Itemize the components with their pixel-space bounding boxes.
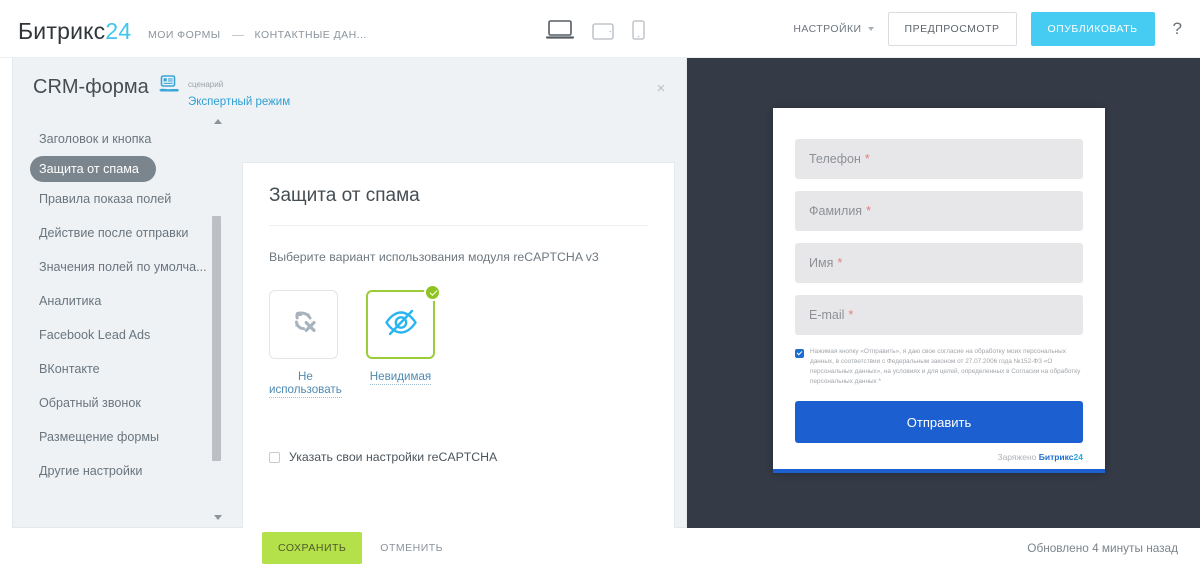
preview-field-label: Фамилия xyxy=(809,204,863,218)
eye-hidden-icon xyxy=(383,307,419,342)
preview-field-firstname[interactable]: Имя * xyxy=(795,243,1083,283)
consent-row: Нажимая кнопку «Отправить», я даю свое с… xyxy=(795,347,1083,387)
sidebar-item-callback[interactable]: Обратный звонок xyxy=(13,386,221,420)
top-bar: Битрикс24 МОИ ФОРМЫ КОНТАКТНЫЕ ДАН... НА… xyxy=(0,0,1200,58)
content-heading: Защита от спама xyxy=(269,185,648,226)
sidebar-item-facebook-lead-ads[interactable]: Facebook Lead Ads xyxy=(13,318,221,352)
settings-menu-label: НАСТРОЙКИ xyxy=(793,23,862,35)
bottom-bar: СОХРАНИТЬ ОТМЕНИТЬ Обновлено 4 минуты на… xyxy=(0,528,1200,567)
custom-settings-label: Указать свои настройки reCAPTCHA xyxy=(289,450,498,464)
scenario-caption: сценарий xyxy=(188,80,224,89)
chevron-down-icon xyxy=(867,27,874,31)
selected-check-icon xyxy=(424,284,441,301)
scroll-up-icon[interactable] xyxy=(214,119,222,124)
editor-sidebar: Заголовок и кнопка Защита от спама Прави… xyxy=(13,116,233,527)
powered-number: 24 xyxy=(1073,452,1083,463)
save-button[interactable]: СОХРАНИТЬ xyxy=(262,531,363,564)
logo-text: Битрикс xyxy=(18,18,106,44)
sidebar-item-vkontakte[interactable]: ВКонтакте xyxy=(13,352,221,386)
publish-button[interactable]: ОПУБЛИКОВАТЬ xyxy=(1030,12,1155,46)
sidebar-item-field-display-rules[interactable]: Правила показа полей xyxy=(13,182,221,216)
cancel-button[interactable]: ОТМЕНИТЬ xyxy=(380,542,443,554)
breadcrumb-separator-icon xyxy=(231,34,244,36)
captcha-option-invisible[interactable]: Невидимая xyxy=(366,284,441,398)
preview-field-email[interactable]: E-mail * xyxy=(795,295,1083,335)
sidebar-item-spam-protection[interactable]: Защита от спама xyxy=(30,156,156,182)
bottom-bar-actions: СОХРАНИТЬ ОТМЕНИТЬ xyxy=(229,528,687,567)
sidebar-item-other-settings[interactable]: Другие настройки xyxy=(13,454,221,488)
option-label: Невидимая xyxy=(369,370,432,385)
option-label: Не использовать xyxy=(269,370,342,398)
scrollbar-thumb[interactable] xyxy=(212,216,221,461)
option-icon-box xyxy=(269,290,338,359)
option-icon-box xyxy=(366,284,441,359)
form-preview-panel: Телефон * Фамилия * Имя * E-mail * Нажимая к… xyxy=(687,58,1200,528)
captcha-option-group: Не использовать Невидимая xyxy=(269,284,648,398)
required-marker: * xyxy=(837,256,843,270)
device-preview-switcher xyxy=(546,20,645,45)
required-marker: * xyxy=(866,204,871,218)
sidebar-item-analytics[interactable]: Аналитика xyxy=(13,284,221,318)
top-bar-actions: НАСТРОЙКИ ПРЕДПРОСМОТР ОПУБЛИКОВАТЬ ? xyxy=(793,0,1186,58)
powered-brand: Битрикс xyxy=(1038,452,1074,463)
powered-by-label: Заряжено Битрикс24 xyxy=(795,452,1083,462)
editor-content-panel: Защита от спама Выберите вариант использ… xyxy=(242,162,675,566)
scenario-block: сценарий Экспертный режим xyxy=(158,74,290,111)
preview-field-label: Имя xyxy=(809,256,834,270)
custom-settings-checkbox[interactable] xyxy=(269,451,280,463)
captcha-option-disabled[interactable]: Не использовать xyxy=(269,290,342,398)
settings-menu[interactable]: НАСТРОЙКИ xyxy=(793,23,874,35)
sidebar-item-after-submit-action[interactable]: Действие после отправки xyxy=(13,216,221,250)
preview-field-phone[interactable]: Телефон * xyxy=(795,139,1083,179)
last-updated-status: Обновлено 4 минуты назад xyxy=(1027,540,1178,555)
consent-text: Нажимая кнопку «Отправить», я даю свое с… xyxy=(810,348,1081,386)
sidebar-item-list: Заголовок и кнопка Защита от спама Прави… xyxy=(13,116,221,527)
scroll-down-icon[interactable] xyxy=(214,515,222,520)
sidebar-item-default-field-values[interactable]: Значения полей по умолча... xyxy=(13,250,221,284)
required-marker: * xyxy=(864,152,870,166)
preview-form-card: Телефон * Фамилия * Имя * E-mail * Нажимая к… xyxy=(773,108,1105,473)
sidebar-scrollbar[interactable] xyxy=(212,116,223,527)
captcha-disabled-icon xyxy=(287,305,321,344)
required-marker: * xyxy=(848,308,854,322)
scenario-icon xyxy=(158,74,180,101)
mobile-preview-icon[interactable] xyxy=(632,20,645,45)
desktop-preview-icon[interactable] xyxy=(546,20,574,45)
sidebar-item-form-placement[interactable]: Размещение формы xyxy=(13,420,221,454)
custom-recaptcha-settings-row: Указать свои настройки reCAPTCHA xyxy=(269,450,648,464)
powered-prefix: Заряжено xyxy=(997,452,1039,463)
breadcrumb-item-contact-data[interactable]: КОНТАКТНЫЕ ДАН... xyxy=(255,29,367,41)
bitrix-logo[interactable]: Битрикс24 xyxy=(18,18,131,45)
breadcrumb-item-my-forms[interactable]: МОИ ФОРМЫ xyxy=(148,29,221,41)
editor-header: CRM-форма сценарий Экспертный режим × xyxy=(13,58,686,120)
preview-field-label: E-mail xyxy=(809,308,845,322)
sidebar-item-title-and-button[interactable]: Заголовок и кнопка xyxy=(13,122,221,156)
consent-checkbox[interactable] xyxy=(795,349,804,358)
logo-number: 24 xyxy=(105,18,132,44)
help-icon[interactable]: ? xyxy=(1169,19,1186,39)
preview-field-label: Телефон xyxy=(809,152,861,166)
preview-button[interactable]: ПРЕДПРОСМОТР xyxy=(887,12,1017,46)
tablet-preview-icon[interactable] xyxy=(592,23,614,45)
scenario-value-link[interactable]: Экспертный режим xyxy=(188,96,290,108)
close-icon[interactable]: × xyxy=(652,80,670,98)
app-screen: Битрикс24 МОИ ФОРМЫ КОНТАКТНЫЕ ДАН... НА… xyxy=(0,0,1200,567)
page-title: CRM-форма xyxy=(33,76,149,98)
preview-submit-button[interactable]: Отправить xyxy=(795,401,1083,444)
breadcrumb: МОИ ФОРМЫ КОНТАКТНЫЕ ДАН... xyxy=(148,29,367,41)
preview-field-lastname[interactable]: Фамилия * xyxy=(795,191,1083,231)
crm-form-editor: CRM-форма сценарий Экспертный режим × За… xyxy=(12,58,687,566)
content-subtitle: Выберите вариант использования модуля re… xyxy=(269,250,599,264)
